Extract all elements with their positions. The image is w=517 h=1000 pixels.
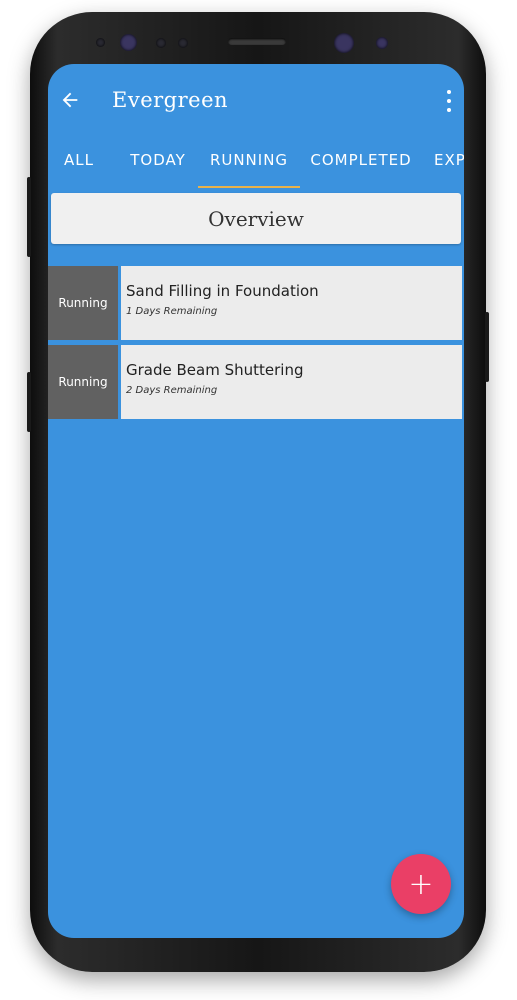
task-card[interactable]: Grade Beam Shuttering 2 Days Remaining <box>121 345 462 419</box>
volume-button <box>27 177 31 257</box>
tab-all[interactable]: ALL <box>48 140 110 188</box>
sensor-icon <box>96 38 105 47</box>
status-badge: Running <box>48 266 118 340</box>
task-title: Sand Filling in Foundation <box>126 282 319 300</box>
app-screen: Evergreen ALL TODAY RUNNING COMPLETED EX… <box>48 64 464 938</box>
overview-button[interactable]: Overview <box>51 193 461 244</box>
tab-today[interactable]: TODAY <box>118 140 198 188</box>
tab-expired[interactable]: EXPI <box>434 140 464 188</box>
task-row[interactable]: Running Sand Filling in Foundation 1 Day… <box>48 266 462 340</box>
earpiece <box>228 38 286 45</box>
sensor-icon <box>178 38 188 48</box>
tab-bar: ALL TODAY RUNNING COMPLETED EXPI <box>48 140 464 188</box>
arrow-left-icon[interactable] <box>56 86 84 114</box>
task-remaining: 2 Days Remaining <box>126 385 218 396</box>
sensor-icon <box>156 38 166 48</box>
bixby-button <box>27 372 31 432</box>
more-vertical-icon[interactable] <box>444 90 454 112</box>
sensor-icon <box>376 37 388 49</box>
tab-running[interactable]: RUNNING <box>198 140 300 188</box>
iris-camera-icon <box>120 34 137 51</box>
task-title: Grade Beam Shuttering <box>126 361 304 379</box>
power-button <box>485 312 489 382</box>
phone-frame: Evergreen ALL TODAY RUNNING COMPLETED EX… <box>27 12 489 972</box>
task-card[interactable]: Sand Filling in Foundation 1 Days Remain… <box>121 266 462 340</box>
page-title: Evergreen <box>112 88 229 112</box>
tab-completed[interactable]: COMPLETED <box>308 140 414 188</box>
plus-icon: + <box>408 866 434 902</box>
front-camera-icon <box>334 33 354 53</box>
status-badge: Running <box>48 345 118 419</box>
app-bar: Evergreen <box>48 64 464 136</box>
task-row[interactable]: Running Grade Beam Shuttering 2 Days Rem… <box>48 345 462 419</box>
task-remaining: 1 Days Remaining <box>126 306 218 317</box>
add-task-button[interactable]: + <box>391 854 451 914</box>
